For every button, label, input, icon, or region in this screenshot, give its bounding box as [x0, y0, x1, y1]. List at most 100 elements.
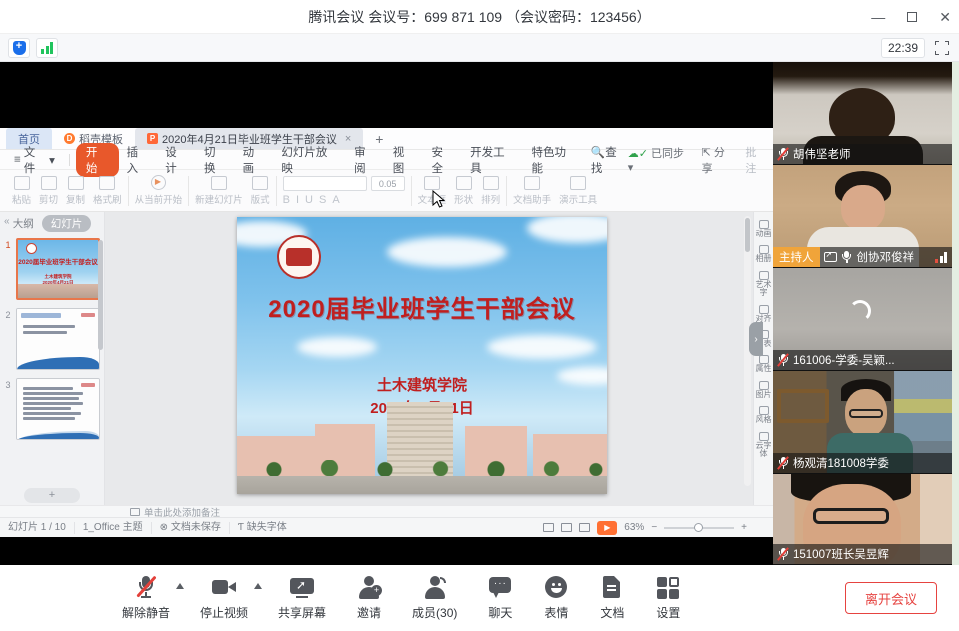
meeting-status-bar: 22:39 [0, 34, 959, 62]
fullscreen-icon[interactable] [935, 41, 949, 55]
play-icon [151, 175, 166, 190]
sidebar-collapse-arrow[interactable]: › [749, 322, 763, 356]
zoom-in-button[interactable]: + [741, 522, 747, 533]
font-size-combobox[interactable]: 0.05 [371, 176, 405, 191]
normal-view-icon[interactable] [543, 523, 554, 532]
tool-align[interactable]: 对齐 [754, 305, 774, 323]
unmute-button[interactable]: 解除静音 [122, 575, 170, 621]
notes-bar[interactable]: 单击此处添加备注 [0, 505, 773, 517]
close-button[interactable]: ✕ [939, 0, 951, 34]
menu-animation[interactable]: 动画 [235, 144, 274, 176]
slides-tab[interactable]: 幻灯片 [42, 215, 92, 232]
participant-video-1[interactable]: 胡伟坚老师 [773, 62, 952, 165]
slide-counter: 幻灯片 1 / 10 [0, 522, 75, 534]
menu-view[interactable]: 视图 [385, 144, 424, 176]
docs-button[interactable]: 文档 [599, 575, 625, 621]
invite-button[interactable]: + 邀请 [356, 575, 382, 621]
mic-muted-icon [777, 353, 789, 367]
zoom-level[interactable]: 63% [624, 522, 644, 533]
slide-thumbnail-2[interactable] [16, 308, 100, 370]
sorter-view-icon[interactable] [561, 523, 572, 532]
tool-picture[interactable]: 图片 [754, 381, 774, 399]
menu-insert[interactable]: 插入 [119, 144, 158, 176]
members-button[interactable]: 成员(30) [412, 575, 457, 621]
menu-features[interactable]: 特色功能 [524, 144, 585, 176]
note-icon [130, 508, 140, 516]
title-bar: 腾讯会议 会议号：699 871 109 （会议密码：123456） — ✕ [0, 0, 959, 34]
minimize-button[interactable]: — [871, 0, 885, 34]
leave-meeting-button[interactable]: 离开会议 [845, 582, 937, 614]
participant-video-4[interactable]: 杨观清181008学委 [773, 371, 952, 474]
tool-style[interactable]: 风格 [754, 406, 774, 424]
tool-wordart[interactable]: 艺术字 [754, 271, 774, 298]
add-slide-button[interactable]: + [24, 488, 80, 503]
reading-view-icon[interactable] [579, 523, 590, 532]
zoom-slider[interactable] [664, 527, 734, 529]
panel-collapse-icon[interactable]: « [4, 216, 10, 227]
outline-tab[interactable]: 大纲 [13, 216, 34, 231]
participant-video-3[interactable]: 161006-学委-吴颖... [773, 268, 952, 371]
cut-button[interactable]: 剪切 [39, 176, 58, 206]
mini-seal-icon [26, 243, 37, 254]
settings-button[interactable]: 设置 [655, 575, 681, 621]
missing-font-warning[interactable]: Ƭ 缺失字体 [230, 522, 295, 534]
smiley-icon [543, 575, 569, 599]
bold-button[interactable]: B [283, 194, 290, 206]
menu-start[interactable]: 开始 [76, 143, 119, 177]
maximize-button[interactable] [907, 12, 917, 22]
menu-search[interactable]: 🔍查找 [591, 144, 628, 176]
chat-button[interactable]: ··· 聊天 [487, 575, 513, 621]
menu-slideshow[interactable]: 幻灯片放映 [273, 144, 346, 176]
participant-video-5[interactable]: 151007班长吴昱辉 [773, 474, 952, 565]
new-slide-button[interactable]: 新建幻灯片 [195, 176, 243, 206]
tool-album[interactable]: 相册 [754, 245, 774, 263]
doc-save-state[interactable]: ⊗ 文档未保存 [152, 522, 230, 534]
copy-button[interactable]: 复制 [66, 176, 85, 206]
slide-thumbnail-1[interactable]: 2020届毕业班学生干部会议 土木建筑学院2020年4月21日 [16, 238, 100, 300]
slideshow-play-button[interactable]: ▶ [597, 521, 617, 535]
current-slide[interactable]: 2020届毕业班学生干部会议 土木建筑学院 2020年4月21日 [237, 217, 607, 494]
menu-design[interactable]: 设计 [157, 144, 196, 176]
menu-review[interactable]: 审阅 [346, 144, 385, 176]
university-seal [277, 235, 321, 279]
menu-security[interactable]: 安全 [423, 144, 462, 176]
zoom-out-button[interactable]: − [651, 522, 657, 533]
comment-button[interactable]: 批注 [745, 144, 767, 176]
mic-options-caret[interactable] [176, 583, 184, 589]
font-color-button[interactable]: A [332, 194, 339, 206]
wps-file-menu[interactable]: ≡ 文件 ▾ [6, 144, 63, 176]
sync-status[interactable]: ☁✓ 已同步 ▾ [628, 145, 692, 174]
shape-button[interactable]: 形状 [454, 176, 473, 206]
underline-button[interactable]: U [305, 194, 313, 206]
arrange-button[interactable]: 排列 [481, 176, 500, 206]
tool-animation[interactable]: 动画 [754, 220, 774, 238]
camera-icon [211, 575, 237, 599]
participant-video-2[interactable]: 主持人 创协邓俊祥 [773, 165, 952, 268]
strike-button[interactable]: S [319, 194, 326, 206]
security-shield-icon[interactable] [8, 38, 30, 58]
layout-button[interactable]: 版式 [251, 176, 270, 206]
network-signal-icon[interactable] [36, 38, 58, 58]
video-options-caret[interactable] [254, 583, 262, 589]
font-family-combobox[interactable] [283, 176, 367, 191]
menu-devtools[interactable]: 开发工具 [462, 144, 523, 176]
play-from-current-button[interactable]: 从当前开始 [135, 175, 183, 206]
theme-name[interactable]: 1_Office 主题 [75, 522, 152, 534]
format-painter-button[interactable]: 格式刷 [93, 176, 122, 206]
meeting-toolbar: 解除静音 停止视频 共享屏幕 + 邀请 成员(30) ··· [0, 565, 959, 631]
stop-video-button[interactable]: 停止视频 [200, 575, 248, 621]
doc-assistant-button[interactable]: 文档助手 [513, 176, 551, 206]
menu-transition[interactable]: 切换 [196, 144, 235, 176]
tool-cloudfont[interactable]: 云字体 [754, 432, 774, 459]
thumbnail-scrollbar[interactable] [98, 240, 103, 350]
slide-thumbnail-3[interactable] [16, 378, 100, 440]
share-button[interactable]: ⇱ 分享 [702, 144, 736, 176]
italic-button[interactable]: I [296, 194, 299, 206]
emoji-button[interactable]: 表情 [543, 575, 569, 621]
tool-properties[interactable]: 属性 [754, 355, 774, 373]
share-screen-button[interactable]: 共享屏幕 [278, 575, 326, 621]
present-tools-button[interactable]: 演示工具 [559, 176, 597, 206]
meeting-title: 腾讯会议 会议号：699 871 109 （会议密码：123456） [308, 7, 650, 27]
wps-status-bar: 幻灯片 1 / 10 1_Office 主题 ⊗ 文档未保存 Ƭ 缺失字体 ▶ … [0, 517, 773, 537]
paste-button[interactable]: 粘贴 [12, 176, 31, 206]
